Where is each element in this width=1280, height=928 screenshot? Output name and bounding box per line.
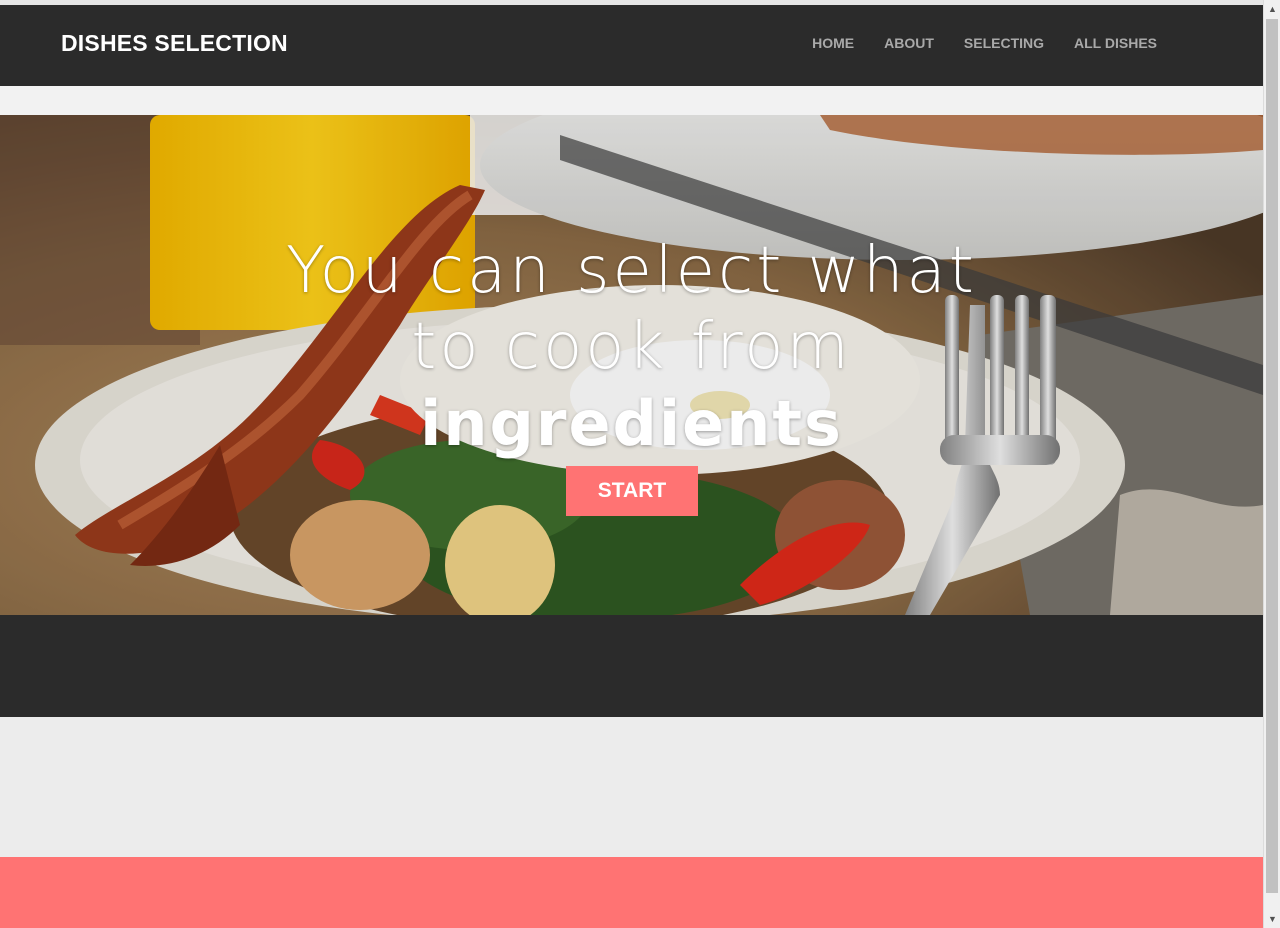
page-viewport: DISHES SELECTION HOME ABOUT SELECTING AL… xyxy=(0,0,1263,928)
scroll-down-icon[interactable]: ▼ xyxy=(1264,911,1280,928)
dark-band xyxy=(0,615,1263,717)
hero-section: You can select what to cook from ingredi… xyxy=(0,115,1263,615)
hero-headline: You can select what to cook from ingredi… xyxy=(0,233,1263,463)
nav-link-selecting[interactable]: SELECTING xyxy=(964,35,1044,51)
hero-line-2: to cook from xyxy=(411,310,852,384)
scroll-thumb[interactable] xyxy=(1266,19,1278,893)
site-brand[interactable]: DISHES SELECTION xyxy=(61,30,288,57)
scroll-up-icon[interactable]: ▲ xyxy=(1264,0,1280,17)
hero-emphasis: ingredients xyxy=(420,387,843,460)
nav-menu: HOME ABOUT SELECTING ALL DISHES xyxy=(812,35,1157,51)
spacer-strip xyxy=(0,86,1263,115)
navbar: DISHES SELECTION HOME ABOUT SELECTING AL… xyxy=(0,5,1263,86)
page-scrollbar[interactable]: ▲ ▼ xyxy=(1263,0,1280,928)
content-section xyxy=(0,717,1263,857)
nav-link-home[interactable]: HOME xyxy=(812,35,854,51)
footer-bar xyxy=(0,857,1263,928)
start-button[interactable]: START xyxy=(566,466,698,516)
nav-link-all-dishes[interactable]: ALL DISHES xyxy=(1074,35,1157,51)
nav-link-about[interactable]: ABOUT xyxy=(884,35,934,51)
hero-line-1: You can select what xyxy=(286,234,977,308)
